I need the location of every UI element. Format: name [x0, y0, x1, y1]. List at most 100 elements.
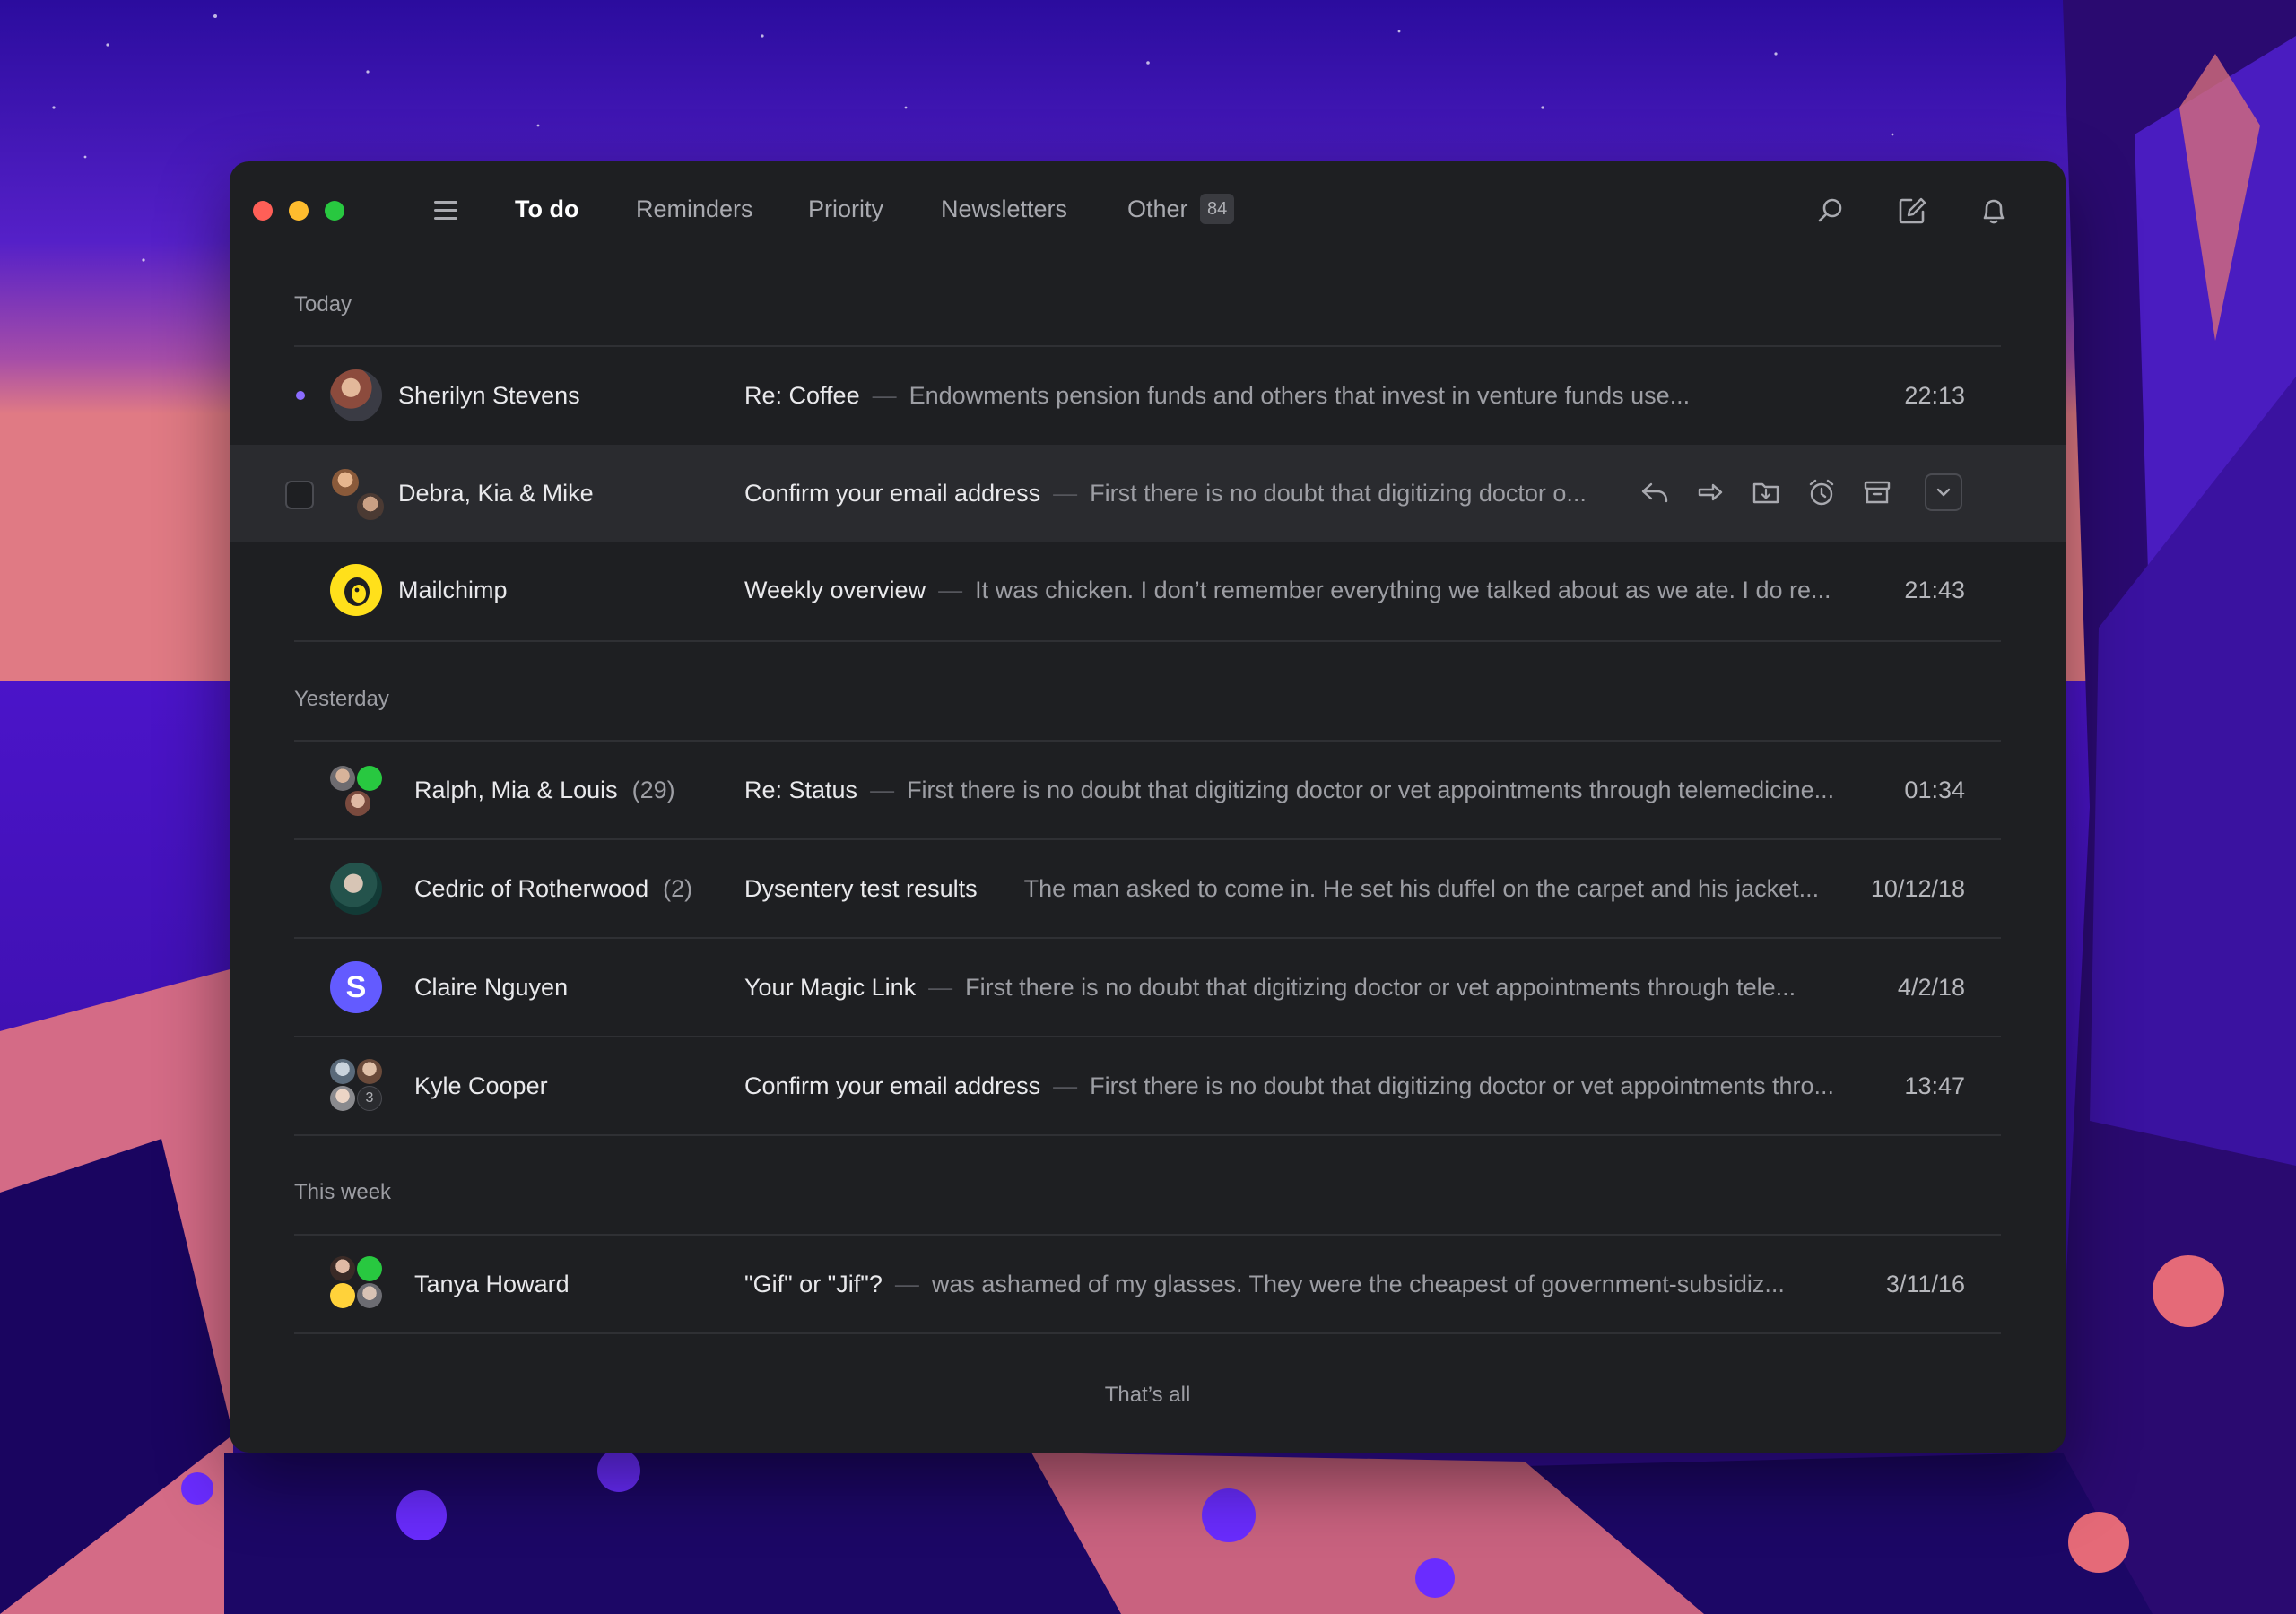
- compose-icon[interactable]: [1897, 195, 1927, 226]
- avatar: [330, 1059, 355, 1084]
- archive-icon[interactable]: [1862, 477, 1892, 508]
- menu-icon[interactable]: [434, 201, 457, 221]
- sender-name: Mailchimp: [398, 577, 508, 603]
- email-summary: "Gif" or "Jif"? — was ashamed of my glasse…: [744, 1236, 1892, 1332]
- avatar: [330, 369, 382, 421]
- snooze-clock-icon[interactable]: [1806, 477, 1837, 508]
- forward-icon[interactable]: [1695, 477, 1726, 508]
- email-summary: Re: Coffee — Endowments pension funds and …: [744, 347, 1866, 444]
- more-participants-count: 3: [365, 1090, 374, 1106]
- email-summary: Confirm your email address — First there i…: [744, 445, 1641, 542]
- chevron-down-icon: [1936, 488, 1951, 497]
- sender-name: Ralph, Mia & Louis (29): [414, 742, 675, 838]
- title-bar: To do Reminders Priority Newsletters Oth…: [230, 161, 2066, 260]
- email-preview: was ashamed of my glasses. They were the…: [931, 1271, 1785, 1297]
- email-subject: Dysentery test results: [744, 875, 978, 902]
- avatar: [357, 766, 382, 791]
- sender-name: Claire Nguyen: [414, 974, 569, 1001]
- email-subject: Confirm your email address: [744, 1072, 1041, 1099]
- sender-name: Tanya Howard: [414, 1271, 570, 1297]
- email-subject: Re: Coffee: [744, 382, 860, 409]
- mailchimp-logo-icon: [344, 577, 370, 606]
- email-subject: Your Magic Link: [744, 974, 917, 1001]
- avatar: [332, 469, 359, 496]
- more-actions-button[interactable]: [1925, 473, 1962, 511]
- email-summary: Weekly overview — It was chicken. I don’t …: [744, 542, 1919, 638]
- email-time: 10/12/18: [1870, 875, 1965, 902]
- avatar: [330, 1256, 355, 1281]
- email-time: 21:43: [1904, 577, 1965, 603]
- separator-dash: —: [938, 577, 963, 603]
- email-summary: Dysentery test results The man asked to c…: [744, 840, 1919, 937]
- separator-dash: —: [872, 382, 897, 409]
- avatar: [357, 1059, 382, 1084]
- separator-dash: —: [1053, 480, 1078, 507]
- email-preview: First there is no doubt that digitizing …: [1090, 1072, 1835, 1099]
- thread-count: (2): [663, 875, 693, 902]
- thread-count: (29): [631, 777, 675, 803]
- maximize-window-button[interactable]: [325, 201, 344, 221]
- email-row-claire-nguyen[interactable]: S Claire Nguyen Your Magic Link — First th…: [230, 939, 2066, 1036]
- avatar: [330, 1086, 355, 1111]
- email-subject: Confirm your email address: [744, 480, 1041, 507]
- avatar-letter: S: [345, 970, 367, 1004]
- bell-icon[interactable]: [1979, 195, 2009, 226]
- email-row-tanya-howard[interactable]: Tanya Howard "Gif" or "Jif"? — was ashamed…: [230, 1236, 2066, 1332]
- tab-newsletters[interactable]: Newsletters: [941, 195, 1067, 223]
- close-window-button[interactable]: [253, 201, 273, 221]
- email-preview: First there is no doubt that digitizing …: [907, 777, 1835, 803]
- email-row-sherilyn-stevens[interactable]: Sherilyn Stevens Re: Coffee — Endowments p…: [230, 347, 2066, 444]
- reply-icon[interactable]: [1639, 477, 1670, 508]
- tab-to-do[interactable]: To do: [515, 195, 578, 223]
- email-subject: "Gif" or "Jif"?: [744, 1271, 883, 1297]
- separator-dash: —: [928, 974, 953, 1001]
- avatar: [357, 1256, 382, 1281]
- email-row-ralph-mia-louis[interactable]: Ralph, Mia & Louis (29) Re: Status — First …: [230, 742, 2066, 838]
- email-time: 01:34: [1904, 777, 1965, 803]
- move-to-folder-icon[interactable]: [1751, 477, 1781, 508]
- minimize-window-button[interactable]: [289, 201, 309, 221]
- email-summary: Your Magic Link — First there is no doubt …: [744, 939, 1919, 1036]
- other-count-badge: 84: [1200, 194, 1235, 224]
- more-participants-badge: 3: [357, 1086, 382, 1111]
- avatar: [330, 564, 382, 616]
- email-row-kyle-cooper[interactable]: 3 Kyle Cooper Confirm your email address…: [230, 1037, 2066, 1134]
- tab-priority[interactable]: Priority: [808, 195, 883, 223]
- email-row-cedric-of-rotherwood[interactable]: Cedric of Rotherwood (2) Dysentery test r…: [230, 840, 2066, 937]
- email-preview: The man asked to come in. He set his duf…: [1023, 875, 1820, 902]
- email-preview: It was chicken. I don’t remember everyth…: [975, 577, 1831, 603]
- tab-other[interactable]: Other: [1127, 195, 1188, 223]
- tab-reminders[interactable]: Reminders: [636, 195, 753, 223]
- sender-label: Cedric of Rotherwood: [414, 875, 649, 902]
- section-yesterday-label: Yesterday: [294, 687, 389, 711]
- email-preview: Endowments pension funds and others that…: [909, 382, 1691, 409]
- divider: [294, 1332, 2001, 1334]
- avatar: [344, 789, 372, 818]
- section-today-label: Today: [294, 292, 352, 317]
- sender-name: Sherilyn Stevens: [398, 382, 580, 409]
- email-time: 3/11/16: [1885, 1271, 1965, 1297]
- select-checkbox[interactable]: [285, 481, 314, 509]
- search-icon[interactable]: [1815, 195, 1846, 226]
- sender-name: Cedric of Rotherwood (2): [414, 840, 692, 937]
- divider: [294, 1134, 2001, 1136]
- email-subject: Re: Status: [744, 777, 858, 803]
- email-row-debra-kia-mike[interactable]: Debra, Kia & Mike Confirm your email add…: [230, 445, 2066, 542]
- email-row-mailchimp[interactable]: Mailchimp Weekly overview — It was chicken…: [230, 542, 2066, 638]
- separator-dash: —: [1053, 1072, 1078, 1099]
- unread-indicator: [296, 391, 305, 400]
- email-summary: Re: Status — First there is no doubt that …: [744, 742, 1933, 838]
- mail-app-window: To do Reminders Priority Newsletters Oth…: [230, 161, 2066, 1453]
- sender-name: Debra, Kia & Mike: [398, 480, 594, 507]
- separator-dash: —: [870, 777, 895, 803]
- avatar: [330, 1283, 355, 1308]
- email-time: 22:13: [1904, 382, 1965, 409]
- divider: [294, 640, 2001, 642]
- email-preview: First there is no doubt that digitizing …: [1090, 480, 1587, 507]
- sender-name: Kyle Cooper: [414, 1072, 548, 1099]
- avatar: S: [330, 961, 382, 1013]
- email-subject: Weekly overview: [744, 577, 926, 603]
- email-time: 13:47: [1904, 1072, 1965, 1099]
- end-of-list-message: That’s all: [1104, 1383, 1191, 1407]
- separator-dash: —: [894, 1271, 919, 1297]
